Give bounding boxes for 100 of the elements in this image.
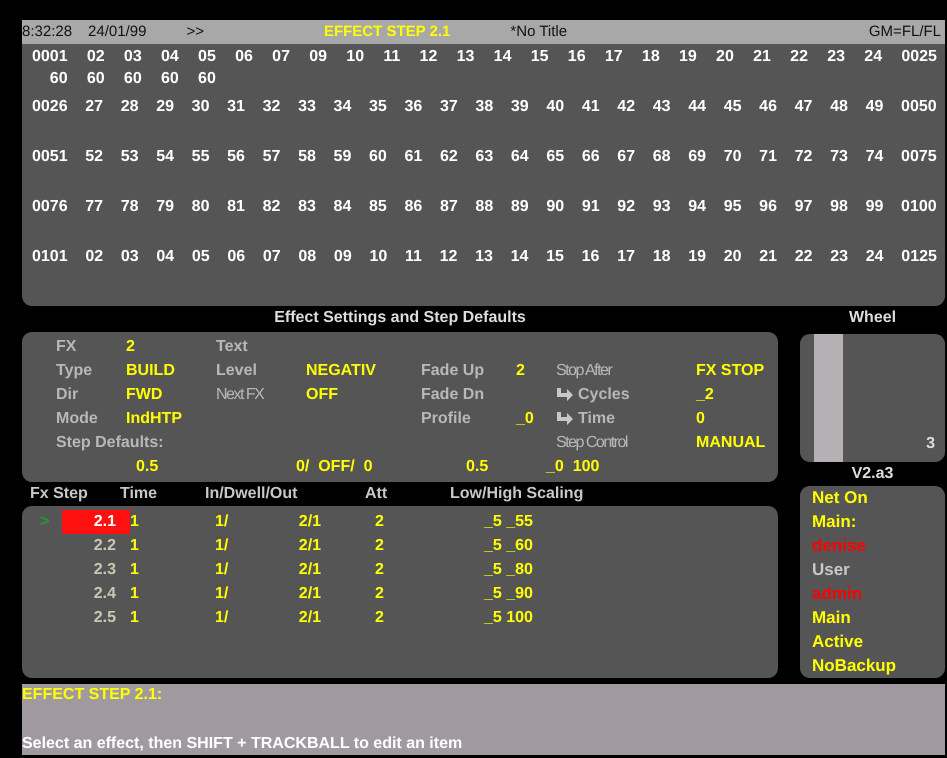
channel-number: 97 [794,196,812,217]
default-value: 0.5 [466,458,488,476]
table-cell: 1/ 2/1 [215,537,322,554]
channel-number: 58 [298,146,316,167]
channel-number: 69 [688,146,706,167]
return-arrow-icon [556,388,574,402]
channel-number: 32 [262,96,280,117]
field-label: Fade Up [421,361,484,382]
channel-number: 99 [866,196,884,217]
status-text: Main: [812,512,856,532]
field-value: _2 [696,386,714,404]
channel-number: 10 [346,46,364,67]
status-text: admin [812,584,862,604]
channel-number: 09 [309,46,328,67]
channel-number: 17 [617,246,635,267]
wheel-title: Wheel [848,308,898,328]
table-cell: 2 [375,537,384,554]
channel-number: 04 [160,46,179,67]
table-cell: 1/ 2/1 [215,585,322,602]
channel-number: 46 [759,96,777,117]
channel-number: 06 [235,46,253,67]
channel-number: 07 [272,46,290,67]
default-value: _0 100 [546,458,600,476]
channel-number: 22 [790,46,808,67]
default-value: 0/ OFF/ 0 [296,458,372,476]
step-cell[interactable]: 2.4 [62,582,130,606]
channel-number: 03 [124,46,142,67]
channel-number: 05 [198,46,216,67]
prompt-message: Select an effect, then SHIFT + TRACKBALL to edit an item [22,735,462,752]
channel-number: 96 [759,196,777,217]
pointer-marker: > [40,513,50,530]
field-label: Time [578,409,616,430]
channel-number: 05 [192,246,210,267]
table-cell: 1/ 2/1 [215,561,322,578]
field-label: Stop After [556,361,612,382]
channel-number: 43 [652,96,671,117]
status-text: Net On [812,488,868,508]
date-text: 24/01/99 [88,22,146,42]
table-cell: 1/ 2/1 [215,513,322,530]
step-cell[interactable]: 2.3 [62,558,130,582]
column-header: Time [120,485,158,502]
channel-number: 04 [156,246,174,267]
channel-number: 52 [85,146,104,167]
channel-number: 18 [652,246,670,267]
field-label: Step Control [556,433,627,454]
channel-number: 42 [617,96,636,117]
channel-number: 15 [546,246,564,267]
field-label: Step Defaults: [56,433,164,454]
channel-number: 77 [85,196,104,217]
channel-number: 30 [192,96,210,117]
channel-number: 89 [510,196,529,217]
channel-number: 79 [156,196,174,217]
section-heading: Effect Settings and Step Defaults [273,308,527,328]
channel-number: 12 [440,246,458,267]
channel-number: 71 [759,146,777,167]
channel-number: 48 [830,96,848,117]
channel-number: 81 [227,196,245,217]
table-cell: 1/ 2/1 [215,609,322,626]
column-header: Att [365,485,388,502]
step-cell[interactable]: 2.1 [62,510,130,534]
channel-number: 18 [642,46,660,67]
channel-number: 57 [262,146,280,167]
status-text: Active [812,632,864,652]
channel-number: 12 [420,46,438,67]
channel-number: 63 [475,146,494,167]
channel-number: 38 [475,96,494,117]
table-cell: _5 _55 [484,513,533,530]
status-text: Main [812,608,851,628]
channel-number: 14 [494,46,512,67]
channel-number: 47 [794,96,812,117]
field-value: BUILD [126,362,175,380]
channel-number: 29 [156,96,174,117]
channel-number: 61 [404,146,422,167]
channel-number: 16 [582,246,600,267]
channel-number: 35 [369,96,387,117]
field-value: _0 [516,410,534,428]
arrows-text: >> [186,22,204,42]
channel-number: 73 [830,146,848,167]
table-cell: 2 [375,609,384,626]
table-cell: 2 [375,513,384,530]
step-cell[interactable]: 2.5 [62,606,130,630]
field-value: OFF [306,386,338,404]
channel-level: 60 [50,68,68,89]
channel-number: 49 [866,96,884,117]
channel-number: 98 [830,196,848,217]
channel-number: 64 [510,146,529,167]
channel-number: 70 [724,146,742,167]
field-value: MANUAL [696,434,766,452]
channel-number: 39 [510,96,529,117]
version-text: V2.a3 [850,464,894,484]
channel-number: 78 [120,196,139,217]
channel-number: 20 [716,46,734,67]
channel-number: 17 [604,46,623,67]
channel-number: 27 [85,96,104,117]
field-label: Next FX [216,385,264,406]
channel-number: 0076 [32,196,68,217]
channel-number: 72 [794,146,812,167]
table-cell: 2 [375,561,384,578]
step-cell[interactable]: 2.2 [62,534,130,558]
channel-number: 07 [262,246,281,267]
